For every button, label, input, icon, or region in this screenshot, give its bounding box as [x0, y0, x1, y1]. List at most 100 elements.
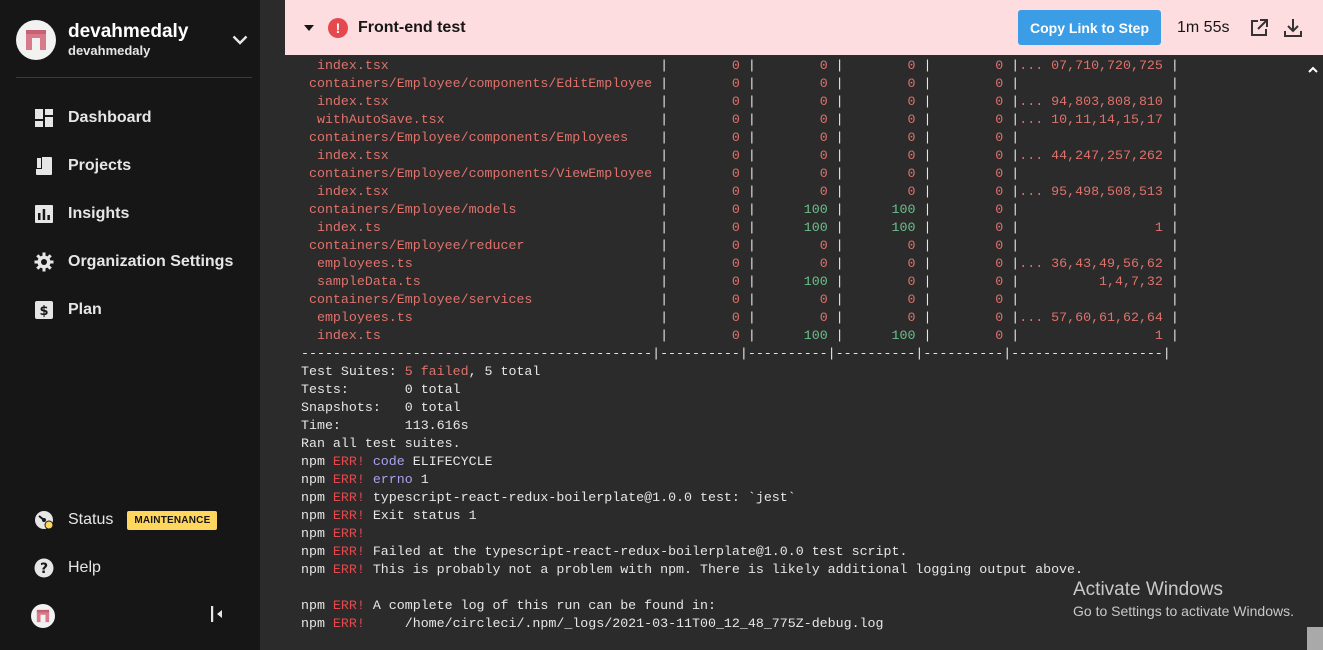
user-row [0, 592, 260, 640]
summary-tests: Tests: 0 total [301, 381, 1179, 399]
coverage-file: containers/Employee/components/Employees [301, 130, 653, 145]
log-sep: | [739, 166, 764, 181]
step-header[interactable]: ! Front-end test Copy Link to Step 1m 55… [285, 0, 1323, 55]
log-space [365, 490, 373, 505]
npm-prefix: npm [301, 598, 333, 613]
speedometer-icon [33, 509, 55, 531]
summary-tests-text: Tests: 0 total [301, 382, 461, 397]
log-sep: | [652, 112, 677, 127]
npm-message: A complete log of this run can be found … [372, 598, 716, 613]
sidebar-item-projects[interactable]: Projects [0, 142, 260, 190]
coverage-file: containers/Employee/models [301, 202, 653, 217]
log-sep: | [1003, 58, 1020, 73]
log-sep: | [827, 130, 852, 145]
coverage-value: 0 [939, 76, 1004, 91]
npm-message: ELIFECYCLE [404, 454, 493, 469]
coverage-value: 0 [676, 292, 740, 307]
step-duration: 1m 55s [1177, 18, 1230, 36]
log-sep: | [739, 58, 764, 73]
log-sep: | [1162, 310, 1179, 325]
sidebar-item-label: Plan [68, 301, 102, 318]
log-sep: | [1162, 220, 1179, 235]
log-sep: | [915, 148, 940, 163]
log-sep: | [1003, 130, 1020, 145]
npm-err: ERR! [332, 454, 365, 469]
coverage-row: containers/Employee/components/ViewEmplo… [301, 165, 1179, 183]
help-link[interactable]: ? Help [0, 544, 260, 592]
org-switcher[interactable]: devahmedaly devahmedaly [16, 18, 252, 62]
log-sep: | [1003, 166, 1020, 181]
org-avatar [16, 20, 56, 60]
summary-snapshots-text: Snapshots: 0 total [301, 400, 461, 415]
log-sep: | [1162, 148, 1179, 163]
sidebar-item-dashboard[interactable]: Dashboard [0, 94, 260, 142]
coverage-value: 0 [676, 328, 740, 343]
coverage-file: containers/Employee/components/EditEmplo… [301, 76, 653, 91]
npm-err: ERR! [332, 598, 365, 613]
npm-prefix: npm [301, 526, 333, 541]
sidebar-item-insights[interactable]: Insights [0, 190, 260, 238]
log-sep: | [652, 238, 677, 253]
svg-text:?: ? [40, 561, 48, 577]
log-sep: | [915, 184, 940, 199]
log-sep: | [739, 112, 764, 127]
log-sep: | [1162, 274, 1179, 289]
coverage-file: sampleData.ts [301, 274, 653, 289]
org-name: devahmedaly [68, 21, 189, 42]
coverage-value: 0 [676, 202, 740, 217]
npm-message: 1 [412, 472, 429, 487]
coverage-value: 0 [676, 256, 740, 271]
log-sep: | [1003, 274, 1020, 289]
coverage-value: 0 [676, 166, 740, 181]
coverage-uncovered: ... 36,43,49,56,62 [1019, 256, 1163, 271]
log-sep: | [652, 94, 677, 109]
coverage-row: index.ts | 0 | 100 | 100 | 0 | 1 | [301, 219, 1179, 237]
status-label: Status [68, 511, 114, 528]
scroll-up-arrow-icon[interactable] [1308, 65, 1318, 75]
log-sep: | [739, 256, 764, 271]
log-sep: | [915, 112, 940, 127]
npm-prefix: npm [301, 544, 333, 559]
coverage-file: index.tsx [301, 58, 653, 73]
log-sep: | [827, 328, 852, 343]
user-avatar[interactable] [31, 604, 55, 628]
log-sep: | [827, 274, 852, 289]
copy-link-button[interactable]: Copy Link to Step [1018, 10, 1161, 45]
collapse-sidebar-icon[interactable] [210, 605, 224, 627]
npm-message: typescript-react-redux-boilerplate@1.0.0… [372, 490, 796, 505]
npm-message: /home/circleci/.npm/_logs/2021-03-11T00_… [372, 616, 884, 631]
npm-key: errno [372, 472, 413, 487]
coverage-divider: ----------------------------------------… [301, 345, 1179, 363]
log-sep: | [1162, 112, 1179, 127]
sidebar-item-plan[interactable]: $ Plan [0, 286, 260, 334]
chevron-down-icon[interactable] [228, 28, 252, 52]
log-sep: | [915, 76, 940, 91]
external-link-icon[interactable] [1247, 16, 1271, 40]
log-sep: | [1162, 166, 1179, 181]
sidebar-item-label: Insights [68, 205, 130, 222]
log-sep: | [739, 274, 764, 289]
coverage-value: 0 [763, 310, 828, 325]
scrollbar-thumb[interactable] [1307, 627, 1323, 650]
windows-activation-watermark: Activate Windows Go to Settings to activ… [1073, 578, 1294, 620]
coverage-value: 100 [851, 202, 916, 217]
coverage-value: 100 [763, 328, 828, 343]
npm-key: code [372, 454, 405, 469]
log-sep: | [827, 112, 852, 127]
log-output[interactable]: index.tsx | 0 | 0 | 0 | 0 | ... 07,710,72… [285, 55, 1323, 650]
download-icon[interactable] [1281, 16, 1305, 40]
coverage-value: 0 [763, 292, 828, 307]
coverage-value: 0 [939, 94, 1004, 109]
coverage-row: employees.ts | 0 | 0 | 0 | 0 |... 57,60,… [301, 309, 1179, 327]
npm-prefix: npm [301, 616, 333, 631]
coverage-row: index.tsx | 0 | 0 | 0 | 0 |... 94,803,80… [301, 93, 1179, 111]
coverage-value: 100 [851, 220, 916, 235]
log-sep: | [915, 202, 940, 217]
log-sep: | [1162, 94, 1179, 109]
coverage-uncovered: ... 94,803,808,810 [1019, 94, 1163, 109]
sidebar-item-organization-settings[interactable]: Organization Settings [0, 238, 260, 286]
npm-prefix: npm [301, 508, 333, 523]
status-link[interactable]: Status MAINTENANCE [0, 496, 260, 544]
caret-down-icon[interactable] [304, 23, 314, 33]
coverage-uncovered: 1,4,7,32 [1019, 274, 1163, 289]
